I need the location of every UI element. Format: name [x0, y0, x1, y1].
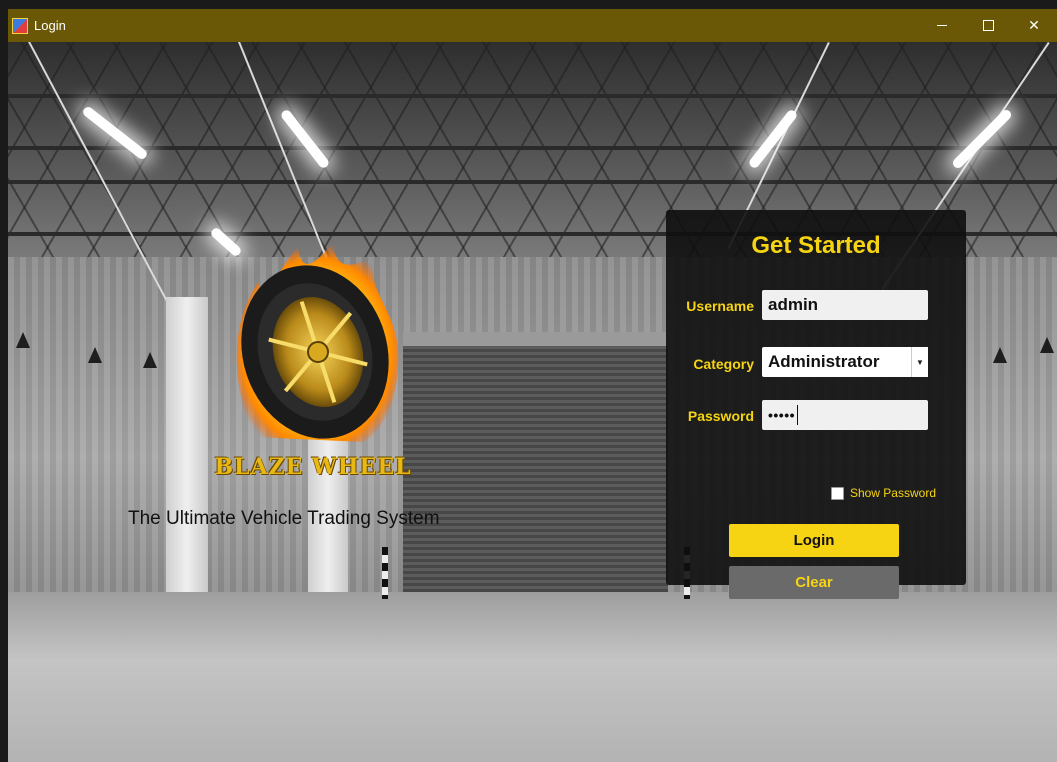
window-title: Login: [34, 18, 66, 33]
close-button[interactable]: ✕: [1011, 9, 1057, 42]
show-password-label: Show Password: [849, 486, 936, 500]
password-mask: •••••: [768, 407, 796, 423]
category-value: Administrator: [768, 352, 880, 371]
close-icon: ✕: [1028, 17, 1040, 33]
maximize-icon: [982, 20, 994, 31]
text-caret: [797, 405, 799, 425]
category-label: Category: [693, 356, 754, 372]
background-floor: [8, 592, 1057, 762]
blaze-wheel-logo: [236, 242, 399, 442]
brand-name: BLAZE WHEEL: [214, 454, 412, 480]
username-field[interactable]: admin: [762, 290, 928, 320]
clear-button[interactable]: Clear: [729, 566, 899, 599]
minimize-icon: [937, 25, 947, 26]
show-password-checkbox[interactable]: [830, 486, 844, 500]
chevron-down-icon[interactable]: ▼: [911, 347, 928, 377]
login-heading: Get Started: [751, 232, 881, 259]
password-field[interactable]: •••••: [762, 400, 928, 430]
minimize-button[interactable]: [919, 9, 965, 42]
login-button[interactable]: Login: [729, 524, 899, 557]
username-label: Username: [686, 298, 754, 314]
window-titlebar: Login ✕: [8, 9, 1057, 42]
app-icon: [12, 17, 28, 34]
category-select[interactable]: Administrator ▼: [762, 347, 928, 377]
show-password-toggle[interactable]: Show Password: [830, 486, 936, 500]
garage-shutter: [403, 332, 668, 606]
login-panel: Get Started Username admin Category Admi…: [666, 210, 966, 599]
tagline: The Ultimate Vehicle Trading System: [128, 508, 440, 529]
password-label: Password: [687, 408, 754, 424]
login-window-content: BLAZE WHEEL The Ultimate Vehicle Trading…: [8, 42, 1057, 762]
username-value: admin: [768, 295, 819, 314]
maximize-button[interactable]: [965, 9, 1011, 42]
